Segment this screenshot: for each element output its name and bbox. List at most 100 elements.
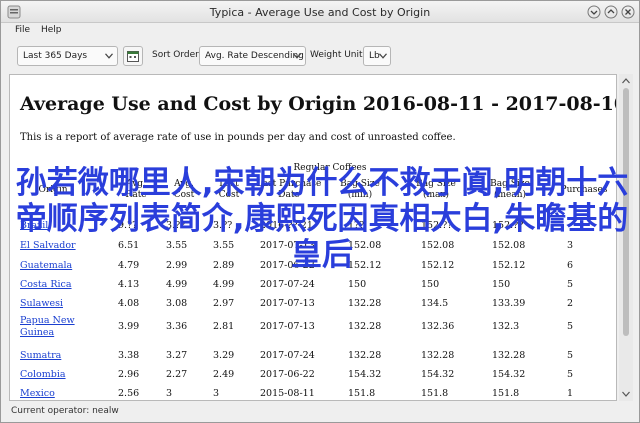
sort-order-select[interactable]: Avg. Rate Descending <box>199 46 306 66</box>
cell-bag-size-mean: 132.3 <box>492 321 520 332</box>
weight-unit-label: Weight Unit: <box>310 50 366 60</box>
cell-bag-size-mean: 133.39 <box>492 298 526 309</box>
cell-avg-cost: 3.?? <box>166 220 186 231</box>
status-text: Current operator: nealw <box>11 406 119 416</box>
header-avg-cost: Avg. Cost <box>173 179 195 200</box>
cell-last-purchase-date: 2017-07-13 <box>260 321 315 332</box>
window-title: Typica - Average Use and Cost by Origin <box>209 6 431 19</box>
cell-purchases: 1 <box>567 388 574 399</box>
cell-last-cost: 2.49 <box>213 369 235 380</box>
cell-avg-cost: 3 <box>166 388 173 399</box>
cell-bag-size-max: 152.12 <box>421 260 455 271</box>
cell-purchases: 5 <box>567 279 574 290</box>
report-view[interactable]: Average Use and Cost by Origin 2016-08-1… <box>9 74 617 401</box>
cell-purchases: 2 <box>567 298 574 309</box>
menu-bar: File Help <box>1 23 639 39</box>
cell-bag-size-min: 132.28 <box>348 298 382 309</box>
origin-link[interactable]: El Salvador <box>20 240 76 251</box>
cell-bag-size-max: 152.08 <box>421 240 455 251</box>
cell-avg-rate: 3.38 <box>118 350 140 361</box>
cell-bag-size-max: 152.?? <box>421 220 453 231</box>
cell-bag-size-mean: 152.08 <box>492 240 526 251</box>
cell-bag-size-mean: 154.32 <box>492 369 526 380</box>
cell-bag-size-min: 154.32 <box>348 369 382 380</box>
toolbar: Last 365 Days Sort Order: Avg. Rate Desc… <box>1 43 639 69</box>
scrollbar-thumb[interactable] <box>623 88 629 336</box>
app-window: Typica - Average Use and Cost by Origin … <box>0 0 640 423</box>
cell-last-cost: 3.29 <box>213 350 235 361</box>
cell-bag-size-min: 152.12 <box>348 260 382 271</box>
header-last-cost: Last Cost <box>218 179 240 200</box>
cell-last-purchase-date: 2017-07-24 <box>260 279 315 290</box>
cell-avg-cost: 3.27 <box>166 350 188 361</box>
cell-last-cost: 2.81 <box>213 321 235 332</box>
cell-avg-rate: 6.51 <box>118 240 140 251</box>
cell-last-purchase-date: 2017-07-13 <box>260 240 315 251</box>
date-range-value: Last 365 Days <box>23 51 88 61</box>
origin-link[interactable]: Mexico <box>20 388 55 399</box>
cell-avg-cost: 3.55 <box>166 240 188 251</box>
cell-avg-cost: 4.99 <box>166 279 188 290</box>
cell-bag-size-mean: 152.?? <box>492 220 524 231</box>
calendar-button[interactable] <box>123 46 143 66</box>
cell-last-cost: 3.?? <box>213 220 233 231</box>
chevron-down-icon <box>105 53 113 59</box>
header-avg-rate: Avg. Rate <box>125 179 147 200</box>
header-purchases: Purchases <box>560 185 608 195</box>
cell-bag-size-max: 150 <box>421 279 440 290</box>
group-header: Regular Coffees <box>293 163 367 173</box>
close-icon[interactable] <box>621 5 635 19</box>
cell-last-cost: 3.55 <box>213 240 235 251</box>
cell-bag-size-min: 152.08 <box>348 240 382 251</box>
origin-link[interactable]: Sumatra <box>20 350 61 361</box>
origin-link[interactable]: Papua New Guinea <box>20 315 82 339</box>
weight-unit-select[interactable]: Lb <box>363 46 391 66</box>
maximize-icon[interactable] <box>604 5 618 19</box>
minimize-icon[interactable] <box>587 5 601 19</box>
cell-last-purchase-date: 2015-08-11 <box>260 388 315 399</box>
cell-last-cost: 2.97 <box>213 298 235 309</box>
cell-bag-size-max: 151.8 <box>421 388 449 399</box>
cell-avg-cost: 2.99 <box>166 260 188 271</box>
scroll-up-icon[interactable] <box>622 78 630 84</box>
cell-bag-size-mean: 132.28 <box>492 350 526 361</box>
cell-avg-rate: 9.?? <box>118 220 138 231</box>
chevron-down-icon <box>379 53 387 59</box>
origin-link[interactable]: Sulawesi <box>20 298 63 309</box>
cell-last-purchase-date: 2017-06-22 <box>260 369 315 380</box>
cell-purchases: 5 <box>567 321 574 332</box>
vertical-scrollbar[interactable] <box>619 74 633 401</box>
cell-purchases: 6 <box>567 260 574 271</box>
title-bar[interactable]: Typica - Average Use and Cost by Origin <box>1 1 639 23</box>
cell-bag-size-min: 150 <box>348 279 367 290</box>
cell-avg-rate: 4.13 <box>118 279 140 290</box>
origin-link[interactable]: Colombia <box>20 369 66 380</box>
cell-bag-size-max: 154.32 <box>421 369 455 380</box>
menu-file[interactable]: File <box>15 25 30 35</box>
origin-link[interactable]: Brazil <box>20 220 48 231</box>
cell-bag-size-min: 1?? <box>348 220 365 231</box>
cell-last-cost: 3 <box>213 388 220 399</box>
cell-purchases: 5 <box>567 369 574 380</box>
cell-last-purchase-date: 2016-??-21 <box>260 220 313 231</box>
header-bag-size-mean: Bag Size (mean) <box>490 179 530 200</box>
header-last-purchase-date: Last Purchase Date <box>256 179 322 200</box>
cell-last-purchase-date: 2017-07-24 <box>260 350 315 361</box>
origin-link[interactable]: Guatemala <box>20 260 72 271</box>
calendar-icon <box>127 51 139 62</box>
scroll-down-icon[interactable] <box>622 391 630 397</box>
cell-avg-cost: 3.36 <box>166 321 188 332</box>
cell-purchases: 5 <box>567 350 574 361</box>
header-bag-size-max: Bag Size (max) <box>416 179 456 200</box>
origin-link[interactable]: Costa Rica <box>20 279 72 290</box>
cell-bag-size-mean: 152.12 <box>492 260 526 271</box>
cell-bag-size-max: 132.28 <box>421 350 455 361</box>
cell-bag-size-min: 151.8 <box>348 388 376 399</box>
menu-help[interactable]: Help <box>41 25 62 35</box>
cell-avg-rate: 2.96 <box>118 369 140 380</box>
cell-avg-rate: 3.99 <box>118 321 140 332</box>
cell-avg-cost: 2.27 <box>166 369 188 380</box>
date-range-select[interactable]: Last 365 Days <box>17 46 118 66</box>
header-origin: Origin <box>38 185 68 195</box>
chevron-down-icon <box>293 53 301 59</box>
